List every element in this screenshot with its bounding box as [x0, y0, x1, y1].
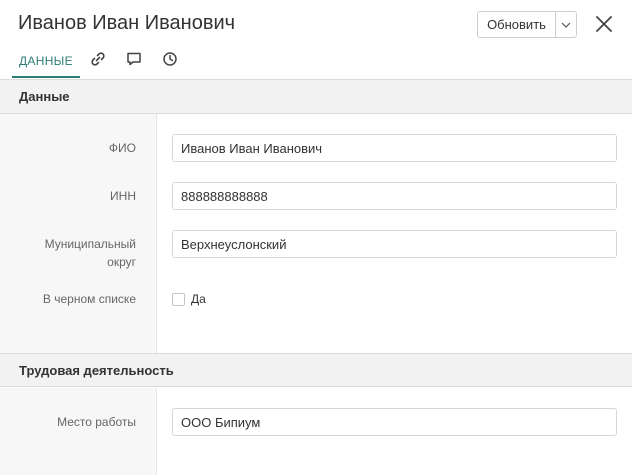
tab-data[interactable]: ДАННЫЕ: [12, 46, 80, 78]
blacklist-checkbox-wrap[interactable]: Да: [172, 292, 206, 306]
update-button[interactable]: Обновить: [477, 11, 555, 38]
update-button-group: Обновить: [477, 11, 577, 38]
section-body-data: ФИО Иванов Иван Иванович ИНН 88888888888…: [0, 114, 632, 353]
tab-history[interactable]: [152, 46, 188, 72]
label-column: [0, 388, 157, 475]
tab-links[interactable]: [80, 46, 116, 72]
section-header-data: Данные: [0, 80, 632, 114]
inn-label: ИНН: [110, 189, 136, 203]
chevron-down-icon: [561, 22, 571, 28]
blacklist-label: В черном списке: [42, 292, 136, 306]
comment-icon: [127, 52, 141, 66]
link-icon: [91, 52, 105, 66]
blacklist-checkbox[interactable]: [172, 292, 185, 306]
history-icon: [163, 52, 177, 66]
tab-comments[interactable]: [116, 46, 152, 72]
district-label-line1: Муниципальный: [44, 237, 136, 251]
record-header: Иванов Иван Иванович Обновить ДАННЫЕ: [0, 0, 632, 80]
close-icon: [596, 16, 612, 32]
inn-field[interactable]: 888888888888: [172, 182, 617, 210]
close-button[interactable]: [594, 14, 614, 34]
workplace-field[interactable]: ООО Бипиум: [172, 408, 617, 436]
district-label-line2: округ: [107, 255, 136, 269]
workplace-label: Место работы: [57, 415, 136, 429]
blacklist-option-label: Да: [191, 292, 206, 306]
record-title: Иванов Иван Иванович: [18, 12, 236, 34]
record-tabs: ДАННЫЕ: [12, 46, 188, 80]
section-body-employment: Место работы ООО Бипиум: [0, 388, 632, 475]
district-field[interactable]: Верхнеуслонский: [172, 230, 617, 258]
section-header-employment: Трудовая деятельность: [0, 353, 632, 387]
fio-field[interactable]: Иванов Иван Иванович: [172, 134, 617, 162]
district-label: Муниципальный округ: [0, 235, 157, 271]
fio-label: ФИО: [108, 141, 136, 155]
update-dropdown-button[interactable]: [555, 11, 577, 38]
